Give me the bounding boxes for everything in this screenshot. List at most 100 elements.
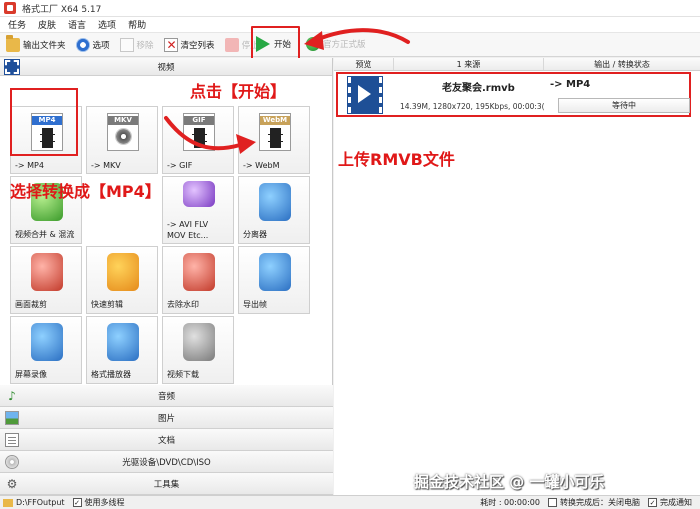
folder-icon xyxy=(6,34,20,52)
category-image[interactable]: 图片 xyxy=(0,407,333,429)
video-file-icon xyxy=(347,76,383,114)
clear-icon xyxy=(163,37,178,52)
video-film-icon xyxy=(4,59,20,75)
tile-sublabel: MOV Etc... xyxy=(167,231,209,240)
frames-icon xyxy=(259,253,291,291)
tile-splitter[interactable]: 分离器 xyxy=(238,176,310,244)
webm-file-icon: WebM xyxy=(259,113,291,151)
menu-language[interactable]: 语言 xyxy=(68,18,86,31)
tile-to-webm[interactable]: WebM -> WebM xyxy=(238,106,310,174)
official-version-link[interactable]: 官方正式版 xyxy=(306,37,366,51)
tile-label: 格式播放器 xyxy=(91,370,131,379)
tile-to-avi-flv[interactable]: -> AVI FLV MOV Etc... xyxy=(162,176,234,244)
title-bar: 格式工厂 X64 5.17 xyxy=(0,0,700,17)
category-label: 光驱设备\DVD\CD\ISO xyxy=(122,457,211,468)
tile-crop[interactable]: 画面裁剪 xyxy=(10,246,82,314)
eraser-icon xyxy=(183,253,215,291)
tile-label: -> MKV xyxy=(91,161,121,170)
category-label: 工具集 xyxy=(153,479,180,490)
disc-icon xyxy=(115,128,132,145)
category-label: 文档 xyxy=(157,435,175,446)
folder-icon xyxy=(3,498,13,507)
task-list-header: 预览 1 来源 输出 / 转换状态 xyxy=(334,58,700,71)
mkv-badge: MKV xyxy=(108,116,138,125)
disc-icon xyxy=(5,455,19,469)
tile-to-mkv[interactable]: MKV -> MKV xyxy=(86,106,158,174)
task-file-meta: 14.39M, 1280x720, 195Kbps, 00:00:3( xyxy=(400,102,545,111)
menu-task[interactable]: 任务 xyxy=(8,18,26,31)
player-icon xyxy=(107,323,139,361)
tile-label: 分离器 xyxy=(243,230,267,239)
multithread-checkbox[interactable]: ✓ xyxy=(72,498,82,507)
gif-badge: GIF xyxy=(184,116,214,125)
output-path[interactable]: D:\FFOutput xyxy=(16,498,65,507)
shutdown-checkbox[interactable] xyxy=(548,498,557,507)
annotation-click-start: 点击【开始】 xyxy=(190,82,287,101)
remove-button[interactable]: 移除 xyxy=(119,35,154,55)
options-icon xyxy=(75,37,90,52)
splitter-icon xyxy=(259,183,291,221)
watermark-text: 掘金技术社区 @ 一罐小可乐 xyxy=(414,473,605,491)
category-toolset[interactable]: ⚙ 工具集 xyxy=(0,473,333,495)
status-bar: D:\FFOutput ✓ 使用多线程 耗时 : 00:00:00 转换完成后：… xyxy=(0,495,700,509)
clear-list-label: 清空列表 xyxy=(180,40,215,51)
scissors-icon xyxy=(31,253,63,291)
picture-icon xyxy=(5,411,19,425)
menu-options[interactable]: 选项 xyxy=(98,18,116,31)
annotation-select-mp4: 选择转换成【MP4】 xyxy=(10,182,161,201)
task-list-panel: 预览 1 来源 输出 / 转换状态 老友聚会.rmvb -> MP4 14.39… xyxy=(334,58,700,495)
tile-video-download[interactable]: 视频下载 xyxy=(162,316,234,384)
screen-record-icon xyxy=(31,323,63,361)
webm-badge: WebM xyxy=(260,116,290,125)
film-reel-icon xyxy=(268,128,283,148)
category-label: 音频 xyxy=(157,391,175,402)
notify-label: 完成通知 xyxy=(660,498,692,507)
tile-label: 去除水印 xyxy=(167,300,199,309)
music-note-icon: ♪ xyxy=(8,389,16,403)
options-button[interactable]: 选项 xyxy=(75,35,110,55)
window-title: 格式工厂 X64 5.17 xyxy=(22,4,102,15)
document-icon xyxy=(5,433,19,447)
tile-label: 屏幕录像 xyxy=(15,370,47,379)
task-target-format: -> MP4 xyxy=(550,79,591,90)
category-document[interactable]: 文档 xyxy=(0,429,333,451)
menu-help[interactable]: 帮助 xyxy=(128,18,146,31)
tile-label: 视频下载 xyxy=(167,370,199,379)
task-row[interactable]: 老友聚会.rmvb -> MP4 14.39M, 1280x720, 195Kb… xyxy=(336,72,691,117)
download-icon xyxy=(183,323,215,361)
column-output-status[interactable]: 输出 / 转换状态 xyxy=(544,58,700,70)
tile-export-frames[interactable]: 导出帧 xyxy=(238,246,310,314)
tile-to-gif[interactable]: GIF -> GIF xyxy=(162,106,234,174)
tile-label: -> AVI FLV xyxy=(167,220,209,229)
quick-clip-icon xyxy=(107,253,139,291)
video-header-label: 视频 xyxy=(157,62,175,73)
column-preview[interactable]: 预览 xyxy=(334,58,394,70)
tile-quick-clip[interactable]: 快速剪辑 xyxy=(86,246,158,314)
tile-label: -> GIF xyxy=(167,161,193,170)
category-list: ♪ 音频 图片 文档 光驱设备\DVD\CD\ISO ⚙ 工具集 xyxy=(0,385,333,495)
app-logo-icon xyxy=(4,2,16,14)
mkv-file-icon: MKV xyxy=(107,113,139,151)
column-source[interactable]: 1 来源 xyxy=(394,58,544,70)
clear-list-button[interactable]: 清空列表 xyxy=(163,35,215,55)
tile-label: 画面裁剪 xyxy=(15,300,47,309)
globe-icon xyxy=(306,37,320,51)
output-folder-button[interactable]: 输出文件夹 xyxy=(6,34,66,55)
remove-label: 移除 xyxy=(136,40,154,51)
category-video-header[interactable]: 视频 xyxy=(0,58,332,76)
output-folder-label: 输出文件夹 xyxy=(23,40,66,51)
menu-bar: 任务 皮肤 语言 选项 帮助 xyxy=(0,17,700,33)
tile-screen-record[interactable]: 屏幕录像 xyxy=(10,316,82,384)
tile-remove-watermark[interactable]: 去除水印 xyxy=(162,246,234,314)
shutdown-label: 转换完成后：关闭电脑 xyxy=(560,498,640,507)
menu-skin[interactable]: 皮肤 xyxy=(38,18,56,31)
task-status-badge: 等待中 xyxy=(558,98,690,113)
tile-label: -> WebM xyxy=(243,161,280,170)
notify-checkbox[interactable]: ✓ xyxy=(648,498,657,507)
tile-label: 导出帧 xyxy=(243,300,267,309)
tile-format-player[interactable]: 格式播放器 xyxy=(86,316,158,384)
options-label: 选项 xyxy=(92,40,110,51)
multithread-label: 使用多线程 xyxy=(84,498,125,507)
category-audio[interactable]: ♪ 音频 xyxy=(0,385,333,407)
category-optical-drive[interactable]: 光驱设备\DVD\CD\ISO xyxy=(0,451,333,473)
